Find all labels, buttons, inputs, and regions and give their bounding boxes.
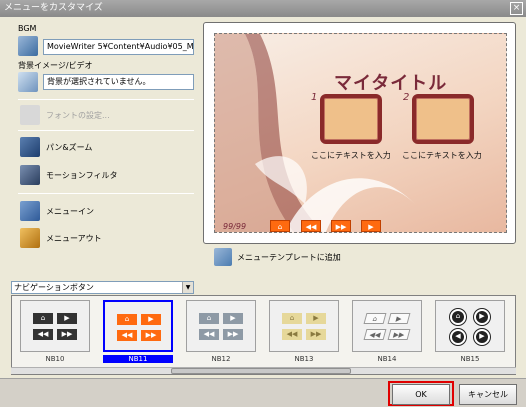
thumbnail-frame-2[interactable] xyxy=(412,94,474,144)
window-title: メニューをカスタマイズ xyxy=(4,3,103,13)
menu-in-button[interactable]: メニューイン xyxy=(20,200,94,222)
bgm-label: BGM xyxy=(18,24,37,33)
cancel-button[interactable]: キャンセル xyxy=(459,384,517,405)
bg-image-label: 背景イメージ/ビデオ xyxy=(18,61,93,70)
pan-zoom-icon xyxy=(20,137,40,157)
thumb-number-1: 1 xyxy=(311,92,318,103)
prev-icon: ◀◀ xyxy=(282,329,302,340)
chevron-down-icon[interactable]: ▼ xyxy=(182,282,193,293)
thumbnail-frame-1[interactable] xyxy=(320,94,382,144)
font-settings-button[interactable]: フォントの設定... xyxy=(20,104,110,126)
menu-out-icon xyxy=(20,228,40,248)
menu-in-label: メニューイン xyxy=(46,206,94,216)
divider xyxy=(18,193,194,194)
menu-title: マイタイトル xyxy=(334,73,448,94)
motion-filter-button[interactable]: モーションフィルタ xyxy=(20,164,117,186)
tile-label: NB15 xyxy=(460,355,480,363)
title-bar: メニューをカスタマイズ × xyxy=(0,0,526,17)
menu-out-button[interactable]: メニューアウト xyxy=(20,227,102,249)
dropdown-value: ナビゲーションボタン xyxy=(14,283,94,292)
thumb-caption-2[interactable]: ここにテキストを入力 xyxy=(402,150,482,161)
pan-zoom-button[interactable]: パン&ズーム xyxy=(20,136,92,158)
play-icon: ▶ xyxy=(387,313,411,324)
home-icon: ⌂ xyxy=(282,313,302,324)
add-template-link[interactable]: メニューテンプレートに追加 xyxy=(237,252,341,263)
prev-icon: ◀◀ xyxy=(33,329,53,340)
style-tile-nb10[interactable]: ⌂ ▶ ◀◀ ▶▶ xyxy=(20,300,90,352)
next-icon: ▶▶ xyxy=(141,330,161,341)
style-tile-nb13[interactable]: ⌂ ▶ ◀◀ ▶▶ xyxy=(269,300,339,352)
close-button[interactable]: × xyxy=(510,2,523,15)
play-icon: ▶ xyxy=(57,313,77,324)
style-tile-nb12[interactable]: ⌂ ▶ ◀◀ ▶▶ xyxy=(186,300,256,352)
next-icon: ▶▶ xyxy=(57,329,77,340)
nav-prev-button[interactable]: ◀◀ xyxy=(301,220,321,232)
tile-label: NB12 xyxy=(211,355,231,363)
bgm-field[interactable]: MovieWriter 5¥Content¥Audio¥05_Music13.m… xyxy=(43,39,194,55)
menu-in-icon xyxy=(20,201,40,221)
divider xyxy=(18,130,194,131)
button-style-gallery: ⌂ ▶ ◀◀ ▶▶ NB10 ⌂ ▶ ◀◀ ▶▶ NB11 ⌂ ▶ ◀◀ ▶▶ … xyxy=(11,295,516,375)
home-icon: ⌂ xyxy=(363,313,387,324)
style-tile-nb11[interactable]: ⌂ ▶ ◀◀ ▶▶ xyxy=(103,300,173,352)
scrollbar-thumb[interactable] xyxy=(171,368,351,374)
pan-zoom-label: パン&ズーム xyxy=(46,142,93,152)
prev-icon: ◀◀ xyxy=(363,329,387,340)
gallery-scrollbar[interactable] xyxy=(11,367,516,374)
play-icon: ▶ xyxy=(474,309,490,325)
nav-play-button[interactable]: ▶ xyxy=(361,220,381,232)
menu-preview: マイタイトル 1 2 ここにテキストを入力 ここにテキストを入力 99/99 ⌂… xyxy=(214,33,507,233)
motion-filter-label: モーションフィルタ xyxy=(46,170,118,180)
style-tile-nb14[interactable]: ⌂ ▶ ◀◀ ▶▶ xyxy=(352,300,422,352)
prev-icon: ◀ xyxy=(450,329,466,345)
menu-out-label: メニューアウト xyxy=(46,233,102,243)
image-icon[interactable] xyxy=(18,72,38,92)
home-icon: ⌂ xyxy=(117,314,137,325)
home-icon: ⌂ xyxy=(199,313,219,324)
home-icon: ⌂ xyxy=(33,313,53,324)
page-number: 99/99 xyxy=(223,222,247,231)
prev-icon: ◀◀ xyxy=(199,329,219,340)
bg-image-field[interactable]: 背景が選択されていません。 xyxy=(43,74,194,90)
next-icon: ▶ xyxy=(474,329,490,345)
next-icon: ▶▶ xyxy=(387,329,411,340)
tile-label: NB11 xyxy=(103,355,173,363)
nav-home-button[interactable]: ⌂ xyxy=(270,220,290,232)
divider xyxy=(18,99,194,100)
nav-next-button[interactable]: ▶▶ xyxy=(331,220,351,232)
next-icon: ▶▶ xyxy=(306,329,326,340)
play-icon: ▶ xyxy=(223,313,243,324)
tile-label: NB13 xyxy=(294,355,314,363)
font-settings-label: フォントの設定... xyxy=(46,110,110,120)
home-icon: ⌂ xyxy=(450,309,466,325)
thumb-caption-1[interactable]: ここにテキストを入力 xyxy=(311,150,391,161)
motion-filter-icon xyxy=(20,165,40,185)
prev-icon: ◀◀ xyxy=(117,330,137,341)
template-icon[interactable] xyxy=(214,248,232,266)
tile-label: NB14 xyxy=(377,355,397,363)
text-icon xyxy=(20,105,40,125)
play-icon: ▶ xyxy=(141,314,161,325)
play-icon: ▶ xyxy=(306,313,326,324)
thumb-number-2: 2 xyxy=(403,92,410,103)
style-tile-nb15[interactable]: ⌂ ▶ ◀ ▶ xyxy=(435,300,505,352)
tile-label: NB10 xyxy=(45,355,65,363)
menu-preview-panel: マイタイトル 1 2 ここにテキストを入力 ここにテキストを入力 99/99 ⌂… xyxy=(203,22,516,244)
navigation-button-dropdown[interactable]: ナビゲーションボタン ▼ xyxy=(11,281,194,294)
next-icon: ▶▶ xyxy=(223,329,243,340)
music-icon[interactable] xyxy=(18,36,38,56)
ok-button[interactable]: OK xyxy=(392,384,450,405)
